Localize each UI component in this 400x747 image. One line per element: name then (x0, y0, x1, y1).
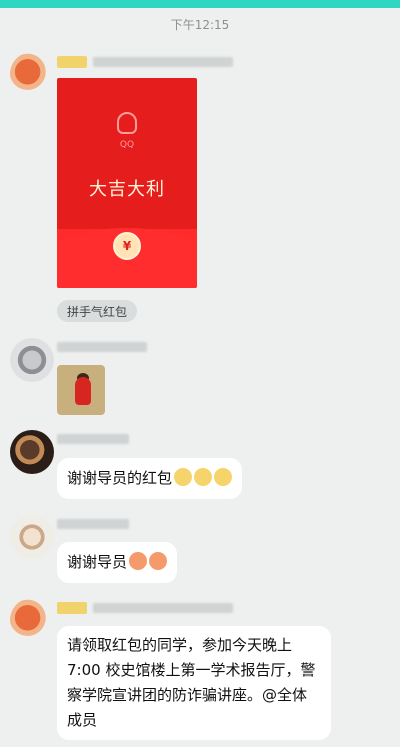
sender-name (57, 341, 147, 353)
avatar[interactable] (10, 52, 54, 96)
sender-name (57, 56, 233, 68)
timestamp: 下午12:15 (170, 18, 230, 32)
blurred-name (57, 519, 129, 529)
red-packet-brand: QQ (119, 140, 135, 150)
top-accent-bar (0, 0, 400, 8)
avatar[interactable] (10, 515, 54, 559)
emoji-icon (174, 468, 193, 486)
sender-name (57, 602, 233, 614)
coin-icon: ¥ (113, 232, 141, 260)
red-packet-greeting: 大吉大利 (89, 179, 165, 200)
avatar[interactable] (10, 430, 54, 474)
message-text: 谢谢导员 (67, 553, 128, 571)
emoji-icon (194, 468, 213, 486)
blurred-name (57, 434, 129, 444)
blurred-name (93, 603, 233, 613)
blurred-name (93, 57, 233, 67)
message-bubble[interactable]: 请领取红包的同学，参加今天晚上7:00 校史馆楼上第一学术报告厅，警察学院宣讲团… (57, 626, 331, 740)
message-text: 请领取红包的同学，参加今天晚上7:00 校史馆楼上第一学术报告厅，警察学院宣讲团… (67, 636, 316, 729)
avatar[interactable] (10, 598, 54, 642)
message-bubble[interactable]: 谢谢导员 (57, 542, 178, 583)
avatar[interactable] (10, 338, 54, 382)
qq-penguin-icon (117, 112, 137, 134)
sticker-image[interactable] (57, 365, 105, 415)
message-bubble[interactable]: 谢谢导员的红包 (57, 458, 243, 499)
sender-name (57, 518, 129, 530)
message-text: 谢谢导员的红包 (67, 469, 173, 487)
emoji-icon (214, 468, 233, 486)
member-badge (57, 56, 87, 68)
sender-name (57, 433, 129, 445)
sticker-figure-body (75, 377, 91, 405)
red-packet-card[interactable]: QQ 大吉大利 ¥ (57, 78, 197, 288)
emoji-icon (129, 552, 148, 570)
blurred-name (57, 342, 147, 352)
member-badge (57, 602, 87, 614)
red-packet-tag: 拼手气红包 (57, 300, 138, 322)
emoji-icon (149, 552, 168, 570)
